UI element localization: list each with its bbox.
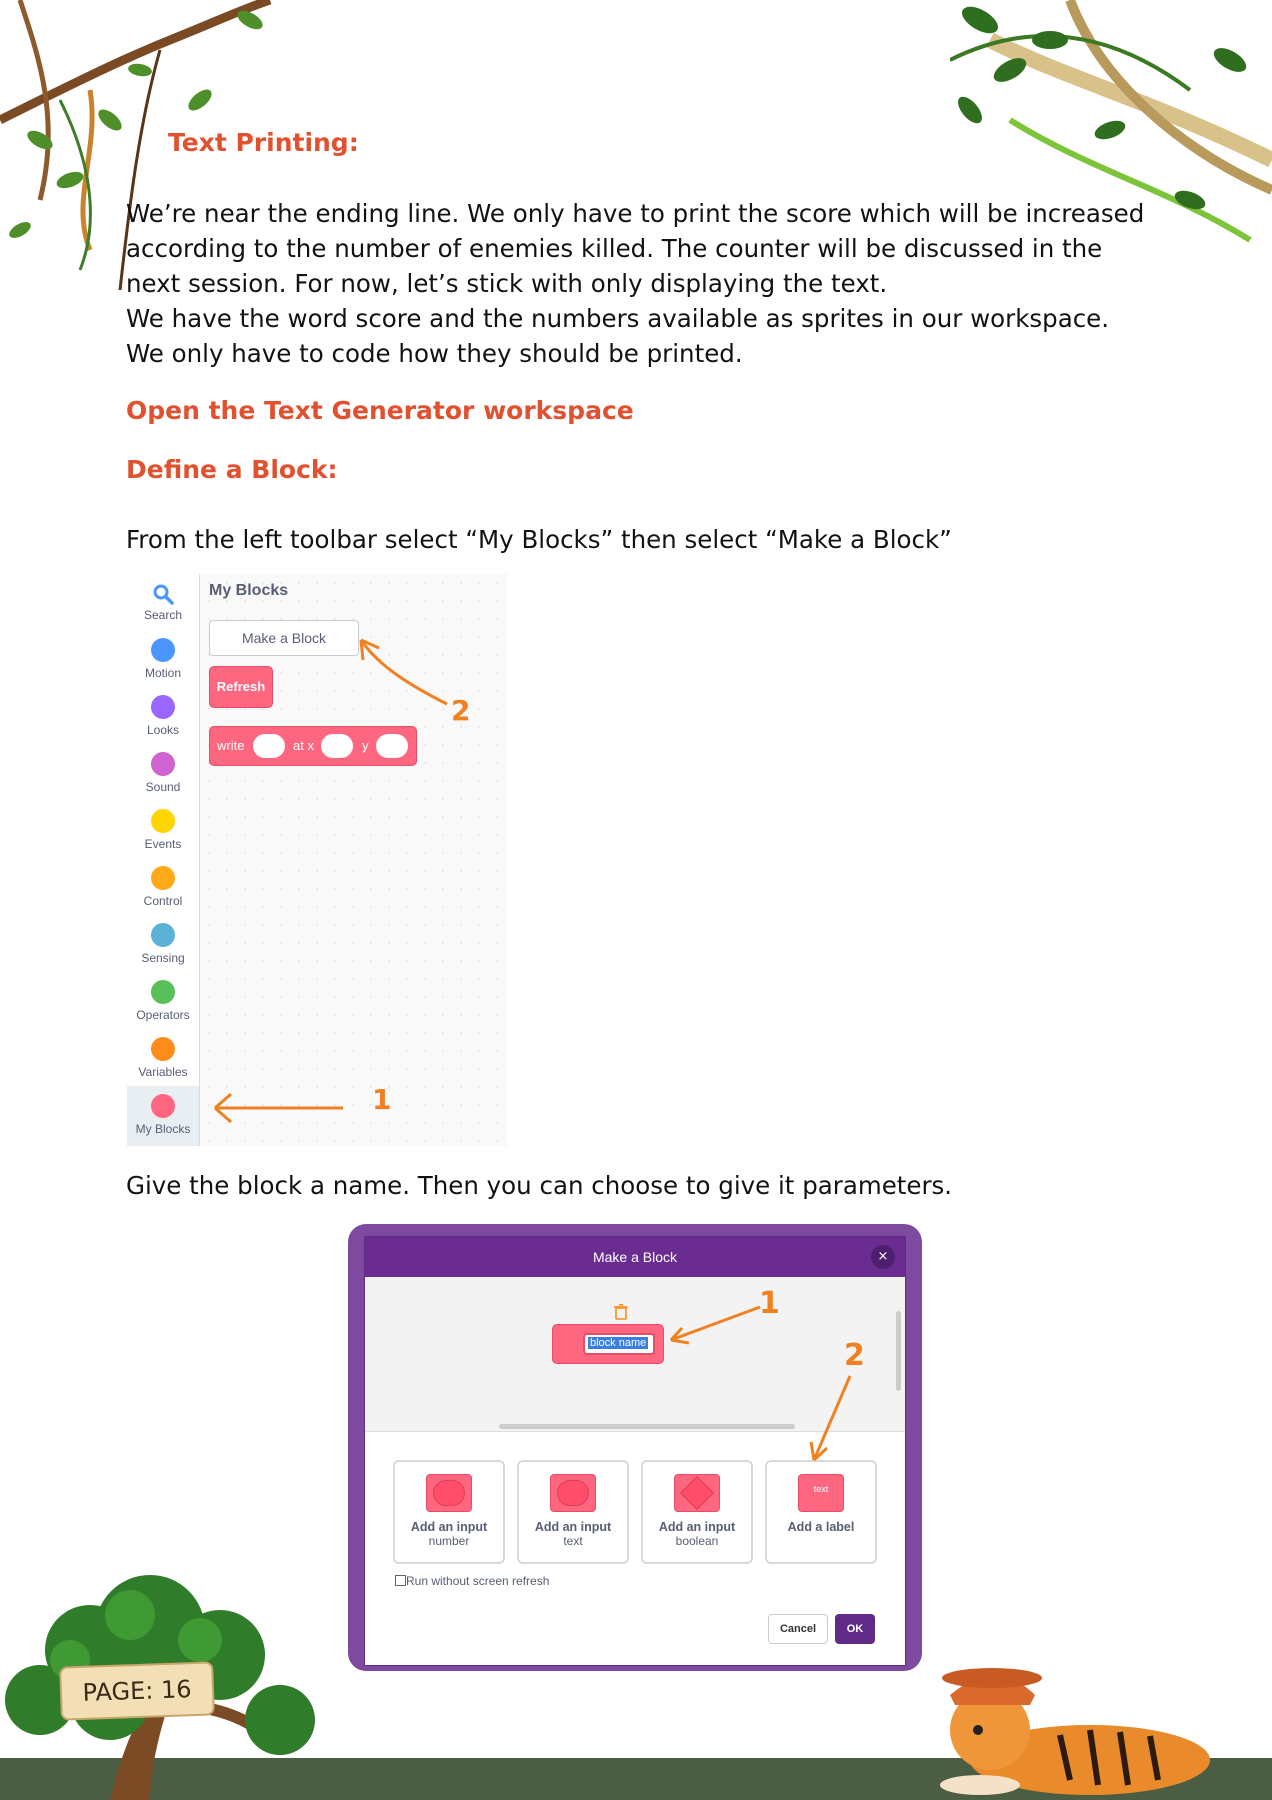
tiger-mascot-decoration xyxy=(920,1650,1220,1800)
section-heading: Text Printing: xyxy=(168,128,359,157)
instruction-name-block: Give the block a name. Then you can choo… xyxy=(126,1171,953,1200)
callout-number-1: 1 xyxy=(372,1083,392,1116)
open-workspace-heading: Open the Text Generator workspace xyxy=(126,396,634,425)
callout-arrows-palette xyxy=(214,638,448,1124)
intro-text: We’re near the ending line. We only have… xyxy=(126,199,1145,298)
page-number: PAGE: 16 xyxy=(82,1675,192,1707)
callout-number-2: 2 xyxy=(451,694,471,727)
dialog-callout-number-1: 1 xyxy=(759,1286,780,1321)
sprites-text: We have the word score and the numbers a… xyxy=(126,304,1110,368)
dialog-callout-number-2: 2 xyxy=(844,1338,865,1373)
instruction-toolbar: From the left toolbar select “My Blocks”… xyxy=(126,525,952,554)
define-block-heading: Define a Block: xyxy=(126,455,338,484)
callout-arrows-dialog xyxy=(669,1305,852,1462)
page-label-scroll: PAGE: 16 xyxy=(59,1661,215,1721)
intro-paragraph: We’re near the ending line. We only have… xyxy=(126,196,1146,371)
